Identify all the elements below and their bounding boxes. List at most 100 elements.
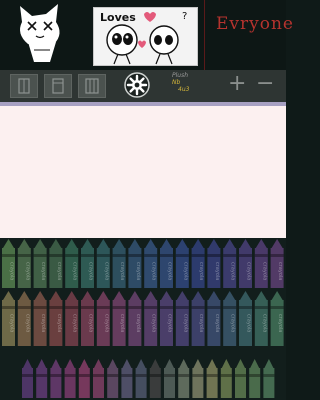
crayon-swatch[interactable]: crayola (81, 239, 94, 288)
page-button[interactable] (44, 74, 72, 98)
crayon-swatch[interactable] (249, 359, 261, 398)
crayon-swatch[interactable] (220, 359, 232, 398)
eraser-button[interactable] (10, 74, 38, 98)
crayon-swatch[interactable]: crayola (175, 291, 189, 346)
crayon-wrapper-label: crayola (182, 262, 188, 280)
crayon-swatch[interactable]: crayola (49, 239, 63, 288)
crayon-palette: crayola crayola crayola crayola crayola crayo… (2, 239, 284, 398)
crayon-swatch[interactable] (36, 359, 48, 398)
crayon-swatch[interactable]: crayola (207, 291, 221, 346)
gear-icon[interactable] (124, 72, 150, 98)
crayon-body (135, 368, 147, 398)
crayon-wrapper-label: crayola (214, 262, 220, 280)
crayon-swatch[interactable]: crayola (96, 239, 110, 288)
crayon-swatch[interactable]: crayola (144, 291, 158, 346)
crayon-swatch[interactable]: crayola (17, 291, 31, 346)
crayon-band (175, 254, 189, 257)
crayon-swatch[interactable]: crayola (160, 239, 173, 288)
crayon-wrapper-label: crayola (103, 262, 109, 280)
crayon-swatch[interactable] (121, 359, 133, 398)
crayon-tip (113, 239, 125, 248)
crayon-wrapper-label: crayola (277, 262, 283, 280)
crayon-wrapper-label: crayola (24, 262, 30, 280)
crayon-wrapper-label: crayola (246, 262, 252, 280)
crayon-tip (65, 359, 75, 368)
crayon-band (149, 374, 161, 377)
crayon-tip (221, 359, 231, 368)
crayon-swatch[interactable]: crayola (2, 291, 15, 346)
crayon-band (81, 254, 94, 257)
crayon-swatch[interactable]: crayola (2, 239, 15, 288)
crayon-band (33, 254, 47, 257)
crayon-tip (37, 359, 47, 368)
crayon-swatch[interactable]: crayola (49, 291, 63, 346)
crayon-swatch[interactable]: crayola (128, 291, 142, 346)
crayon-swatch[interactable]: crayola (128, 239, 142, 288)
crayon-band (144, 306, 158, 309)
crayon-band (49, 306, 63, 309)
crayon-swatch[interactable] (263, 359, 275, 398)
crayon-swatch[interactable] (22, 359, 33, 398)
crayon-swatch[interactable]: crayola (254, 291, 268, 346)
crayon-band (112, 306, 126, 309)
crayon-tip (34, 291, 46, 300)
crayon-tip (271, 239, 283, 248)
crayon-swatch[interactable]: crayola (33, 291, 47, 346)
crayon-swatch[interactable] (93, 359, 104, 398)
crayon-swatch[interactable] (206, 359, 218, 398)
crayon-wrapper-label: crayola (230, 262, 236, 280)
crayon-swatch[interactable] (178, 359, 190, 398)
crayon-swatch[interactable]: crayola (191, 291, 205, 346)
crayon-swatch[interactable]: crayola (65, 291, 79, 346)
header-banner-text: Evryone (216, 14, 294, 34)
crayon-swatch[interactable]: crayola (17, 239, 31, 288)
crayon-swatch[interactable]: crayola (270, 239, 284, 288)
crayon-swatch[interactable]: crayola (96, 291, 110, 346)
crayon-body (121, 368, 133, 398)
crayon-tip (176, 239, 188, 248)
crayon-swatch[interactable]: crayola (112, 291, 126, 346)
crayon-swatch[interactable]: crayola (160, 291, 173, 346)
crayon-tip (129, 239, 141, 248)
crayon-tip (50, 291, 62, 300)
crayon-swatch[interactable]: crayola (112, 239, 126, 288)
crayon-swatch[interactable] (50, 359, 62, 398)
crayon-swatch[interactable] (235, 359, 246, 398)
crayon-tip (3, 239, 14, 248)
crayon-swatch[interactable] (78, 359, 90, 398)
crayon-swatch[interactable] (135, 359, 147, 398)
crayon-wrapper-label: crayola (135, 262, 141, 280)
crayon-swatch[interactable]: crayola (223, 291, 237, 346)
zoom-in-button[interactable]: + (228, 72, 246, 96)
crayon-wrapper-label: crayola (119, 262, 125, 280)
crayon-swatch[interactable] (64, 359, 76, 398)
crayon-swatch[interactable] (149, 359, 161, 398)
crayon-swatch[interactable]: crayola (33, 239, 47, 288)
crayon-tip (264, 359, 274, 368)
crayon-tip (94, 359, 103, 368)
crayon-wrapper-label: crayola (119, 314, 125, 332)
crayon-swatch[interactable] (192, 359, 204, 398)
crayon-body (164, 368, 175, 398)
zoom-out-button[interactable]: − (256, 72, 274, 96)
crayon-swatch[interactable]: crayola (207, 239, 221, 288)
crayon-swatch[interactable]: crayola (270, 291, 284, 346)
crayon-swatch[interactable]: crayola (254, 239, 268, 288)
crayon-swatch[interactable]: crayola (175, 239, 189, 288)
crayon-swatch[interactable]: crayola (223, 239, 237, 288)
crayon-swatch[interactable]: crayola (81, 291, 94, 346)
crayon-wrapper-label: crayola (182, 314, 188, 332)
crayon-swatch[interactable] (107, 359, 119, 398)
crayon-swatch[interactable]: crayola (144, 239, 158, 288)
crayon-band (112, 254, 126, 257)
crayon-body (192, 368, 204, 398)
crayon-swatch[interactable]: crayola (65, 239, 79, 288)
crayon-swatch[interactable] (164, 359, 175, 398)
layers-button[interactable] (78, 74, 106, 98)
crayon-swatch[interactable]: crayola (239, 239, 252, 288)
drawing-canvas[interactable] (0, 106, 286, 240)
crayon-swatch[interactable]: crayola (239, 291, 252, 346)
crayon-swatch[interactable]: crayola (191, 239, 205, 288)
crayon-band (81, 306, 94, 309)
crayon-band (65, 254, 79, 257)
